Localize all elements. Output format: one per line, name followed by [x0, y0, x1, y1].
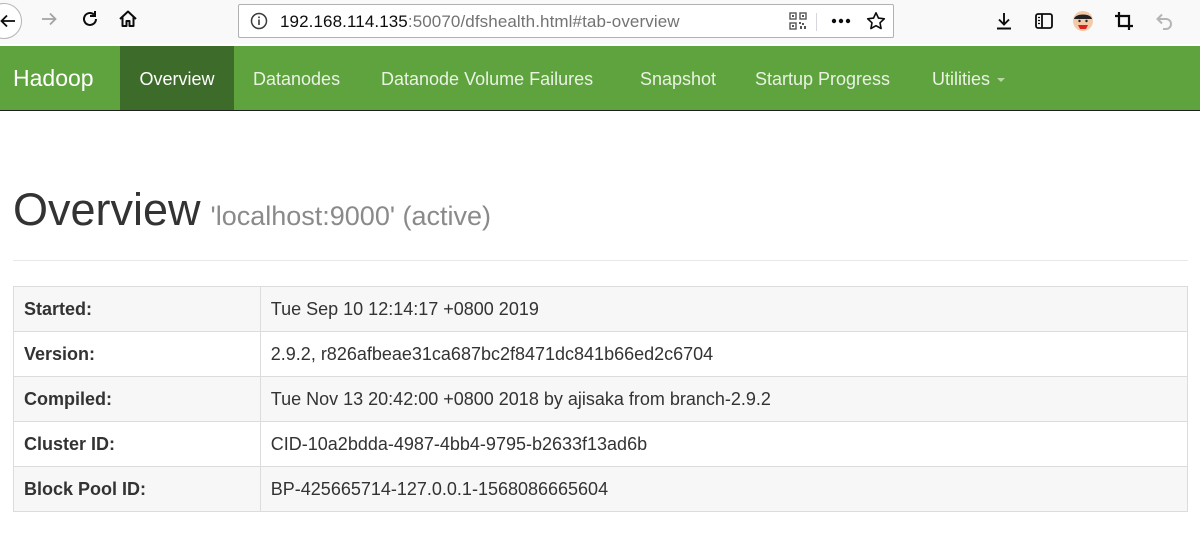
page-subtitle: 'localhost:9000' (active): [210, 201, 492, 231]
row-key: Started:: [13, 286, 261, 332]
page-actions-icon[interactable]: [830, 10, 852, 32]
row-key: Block Pool ID:: [13, 466, 261, 512]
row-value: BP-425665714-127.0.0.1-1568086665604: [259, 466, 1189, 512]
back-button[interactable]: [0, 3, 22, 39]
row-key: Compiled:: [13, 376, 261, 422]
brand-logo-text[interactable]: Hadoop: [13, 46, 94, 111]
row-key: Cluster ID:: [13, 421, 261, 467]
nav-tab-datanodes[interactable]: Datanodes: [253, 46, 340, 110]
home-button[interactable]: [113, 6, 143, 36]
hadoop-navbar: Hadoop Overview Datanodes Datanode Volum…: [0, 46, 1200, 111]
crop-icon[interactable]: [1112, 9, 1136, 33]
forward-arrow-icon: [39, 9, 59, 34]
row-value: CID-10a2bdda-4987-4bb4-9795-b2633f13ad6b: [259, 421, 1189, 467]
profile-avatar-icon[interactable]: [1071, 9, 1095, 33]
back-arrow-icon: [0, 12, 17, 35]
table-row: Block Pool ID: BP-425665714-127.0.0.1-15…: [13, 466, 1189, 512]
table-row: Compiled: Tue Nov 13 20:42:00 +0800 2018…: [13, 376, 1189, 422]
page-header: Overview 'localhost:9000' (active): [13, 184, 491, 236]
address-bar[interactable]: 192.168.114.135:50070/dfshealth.html#tab…: [238, 4, 894, 38]
nav-tab-overview[interactable]: Overview: [120, 46, 234, 110]
reload-icon: [80, 9, 100, 34]
forward-button[interactable]: [34, 6, 64, 36]
caret-down-icon: [997, 78, 1006, 83]
table-row: Version: 2.9.2, r826afbeae31ca687bc2f847…: [13, 331, 1189, 377]
nav-dropdown-utilities[interactable]: Utilities: [932, 46, 1006, 110]
url-host: 192.168.114.135: [280, 12, 408, 31]
nav-tab-startup-progress[interactable]: Startup Progress: [755, 46, 890, 110]
reload-button[interactable]: [75, 6, 105, 36]
table-row: Started: Tue Sep 10 12:14:17 +0800 2019: [13, 286, 1189, 332]
overview-table: Started: Tue Sep 10 12:14:17 +0800 2019 …: [13, 286, 1189, 512]
nav-dropdown-utilities-label: Utilities: [932, 69, 991, 89]
nav-tab-snapshot[interactable]: Snapshot: [640, 46, 716, 110]
row-value: Tue Sep 10 12:14:17 +0800 2019: [259, 286, 1189, 332]
reader-view-icon[interactable]: [1032, 9, 1056, 33]
row-value: 2.9.2, r826afbeae31ca687bc2f8471dc841b66…: [259, 331, 1189, 377]
url-text[interactable]: 192.168.114.135:50070/dfshealth.html#tab…: [280, 11, 680, 33]
undo-icon[interactable]: [1152, 9, 1176, 33]
download-icon[interactable]: [992, 9, 1016, 33]
browser-toolbar: 192.168.114.135:50070/dfshealth.html#tab…: [0, 0, 1200, 44]
row-key: Version:: [13, 331, 261, 377]
qr-code-icon[interactable]: [787, 10, 809, 32]
home-icon: [117, 8, 139, 35]
address-bar-divider: [816, 13, 817, 31]
url-path: :50070/dfshealth.html#tab-overview: [407, 12, 680, 31]
row-value: Tue Nov 13 20:42:00 +0800 2018 by ajisak…: [259, 376, 1189, 422]
bookmark-star-icon[interactable]: [865, 10, 887, 32]
header-divider: [13, 260, 1188, 261]
page-title: Overview: [13, 184, 201, 235]
nav-tab-datanode-volume-failures[interactable]: Datanode Volume Failures: [381, 46, 593, 110]
site-info-icon[interactable]: [249, 11, 269, 31]
table-row: Cluster ID: CID-10a2bdda-4987-4bb4-9795-…: [13, 421, 1189, 467]
